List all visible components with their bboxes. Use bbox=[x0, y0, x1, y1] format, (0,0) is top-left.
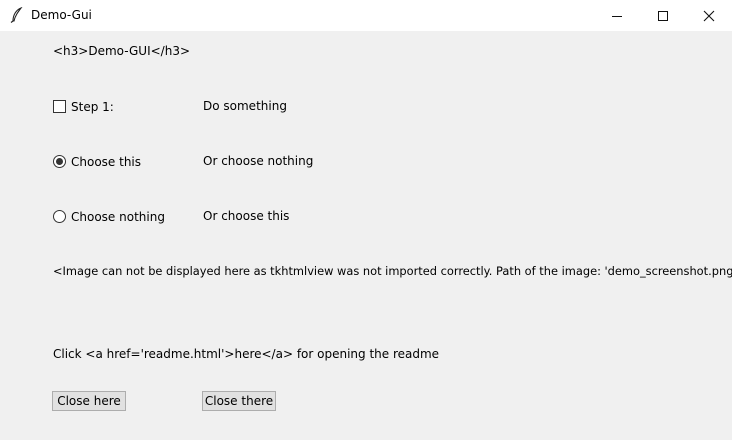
choose-nothing-description: Or choose this bbox=[203, 209, 290, 223]
minimize-icon bbox=[611, 10, 623, 22]
window-title: Demo-Gui bbox=[31, 8, 92, 22]
step1-label[interactable]: Step 1: bbox=[71, 100, 114, 114]
close-window-button[interactable] bbox=[686, 0, 732, 31]
title-bar[interactable]: Demo-Gui bbox=[0, 0, 732, 31]
choose-nothing-label[interactable]: Choose nothing bbox=[71, 210, 165, 224]
close-here-button[interactable]: Close here bbox=[52, 391, 126, 411]
app-window: Demo-Gui <h3>Demo-GUI</h3> Step 1: Do so… bbox=[0, 0, 732, 440]
choose-this-description: Or choose nothing bbox=[203, 154, 314, 168]
image-placeholder-text: <Image can not be displayed here as tkht… bbox=[53, 264, 732, 278]
readme-text: Click <a href='readme.html'>here</a> for… bbox=[53, 347, 440, 361]
client-area: <h3>Demo-GUI</h3> Step 1: Do something C… bbox=[0, 31, 732, 440]
choose-this-label[interactable]: Choose this bbox=[71, 155, 141, 169]
feather-icon bbox=[10, 6, 24, 23]
heading-text: <h3>Demo-GUI</h3> bbox=[53, 44, 191, 58]
radio-selected-dot bbox=[56, 158, 63, 165]
close-there-button[interactable]: Close there bbox=[202, 391, 276, 411]
minimize-button[interactable] bbox=[594, 0, 640, 31]
maximize-icon bbox=[657, 10, 669, 22]
maximize-button[interactable] bbox=[640, 0, 686, 31]
step1-checkbox[interactable] bbox=[53, 100, 66, 113]
choose-nothing-radio[interactable] bbox=[53, 210, 66, 223]
choose-this-radio[interactable] bbox=[53, 155, 66, 168]
step1-description: Do something bbox=[203, 99, 287, 113]
close-icon bbox=[703, 10, 715, 22]
